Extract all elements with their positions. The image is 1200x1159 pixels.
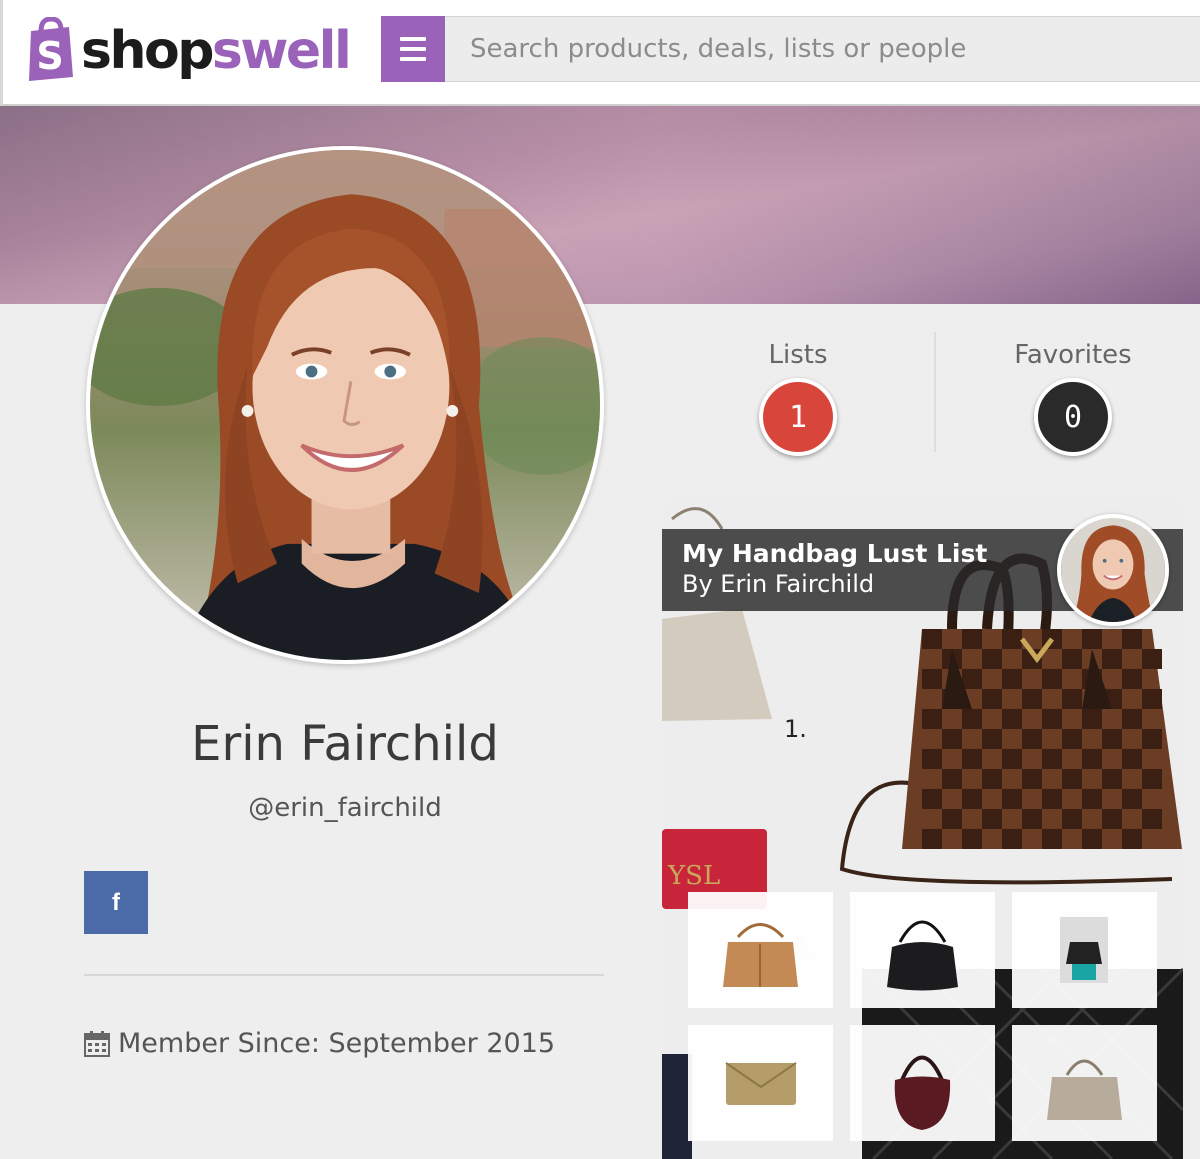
favorites-stat[interactable]: Favorites 0 xyxy=(1000,340,1146,456)
stats-divider xyxy=(934,332,936,452)
logo-wordmark: shopswell xyxy=(81,25,352,77)
menu-button[interactable] xyxy=(381,16,445,82)
divider xyxy=(84,974,604,976)
logo-word-swell: swell xyxy=(211,21,352,81)
list-author-avatar[interactable] xyxy=(1057,514,1169,626)
product-thumbnail[interactable] xyxy=(688,892,833,1008)
svg-text:S: S xyxy=(36,34,63,78)
shopswell-logo[interactable]: S shopswell xyxy=(23,14,352,88)
facebook-icon: f xyxy=(112,888,120,916)
svg-text:YSL: YSL xyxy=(667,861,720,891)
favorites-label: Favorites xyxy=(1014,340,1132,370)
black-bag-on-stool-icon xyxy=(1060,917,1108,983)
hamburger-icon-bar xyxy=(400,47,426,51)
black-tote-icon xyxy=(887,920,958,991)
lists-stat[interactable]: Lists 1 xyxy=(738,340,858,456)
member-since: Member Since: September 2015 xyxy=(84,1028,555,1059)
hamburger-icon-bar xyxy=(400,37,426,41)
burgundy-hobo-icon xyxy=(894,1055,951,1130)
gold-clutch-icon xyxy=(725,1062,797,1105)
product-thumbnail[interactable] xyxy=(850,892,995,1008)
tan-handbag-icon xyxy=(723,923,798,987)
profile-avatar xyxy=(86,146,604,664)
product-thumbnail[interactable] xyxy=(850,1025,995,1141)
favorites-count-badge: 0 xyxy=(1034,378,1112,456)
shopswell-bag-icon: S xyxy=(23,16,77,85)
taupe-satchel-icon xyxy=(1047,1059,1122,1120)
profile-handle: @erin_fairchild xyxy=(248,793,442,823)
facebook-button[interactable]: f xyxy=(84,871,148,934)
search-input[interactable] xyxy=(445,16,1200,82)
product-thumbnail[interactable] xyxy=(688,1025,833,1141)
lists-label: Lists xyxy=(768,340,828,370)
top-header: S shopswell xyxy=(0,0,1200,106)
product-thumbnail[interactable] xyxy=(1012,1025,1157,1141)
member-since-text: Member Since: September 2015 xyxy=(118,1028,556,1059)
calendar-icon xyxy=(84,1030,110,1058)
product-thumbnail[interactable] xyxy=(1012,892,1157,1008)
collage-marker-1: 1. xyxy=(784,715,807,743)
hamburger-icon-bar xyxy=(400,57,426,61)
lists-count-badge: 1 xyxy=(759,378,837,456)
logo-word-shop: shop xyxy=(81,21,214,81)
profile-name: Erin Fairchild xyxy=(191,716,499,772)
